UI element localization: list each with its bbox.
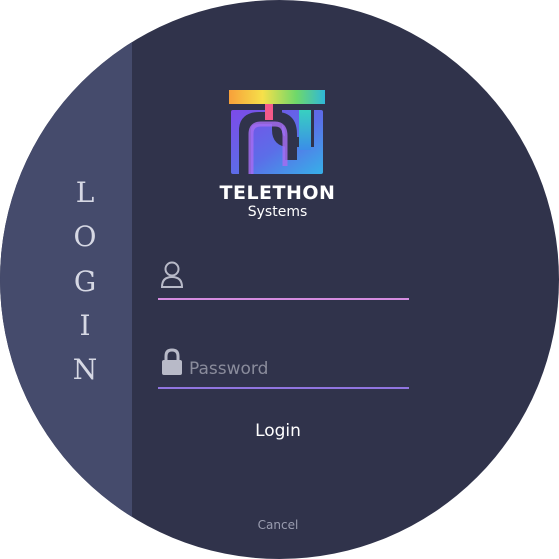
brand-name: TELETHON [219,182,336,204]
sidebar-letter: O [73,220,97,253]
username-field[interactable] [158,258,409,300]
username-input[interactable] [189,264,404,290]
user-icon [160,261,184,288]
brand-tagline: Systems [247,204,308,220]
login-button[interactable]: Login [228,416,328,446]
sidebar-letter: N [72,353,98,386]
password-field[interactable] [158,344,409,389]
sidebar-letter: I [79,309,91,342]
cancel-link[interactable]: Cancel [228,518,328,532]
telethon-logo [229,90,325,174]
password-underline [158,387,409,389]
sidebar-letter: L [75,176,95,209]
password-input[interactable] [189,356,404,382]
lock-icon [162,348,182,375]
sidebar-letter: G [73,265,97,298]
username-underline [158,298,409,300]
login-dialog: L O G I N TELETHON Systems Login Cancel [0,0,559,559]
sidebar-panel: L O G I N [0,0,132,559]
